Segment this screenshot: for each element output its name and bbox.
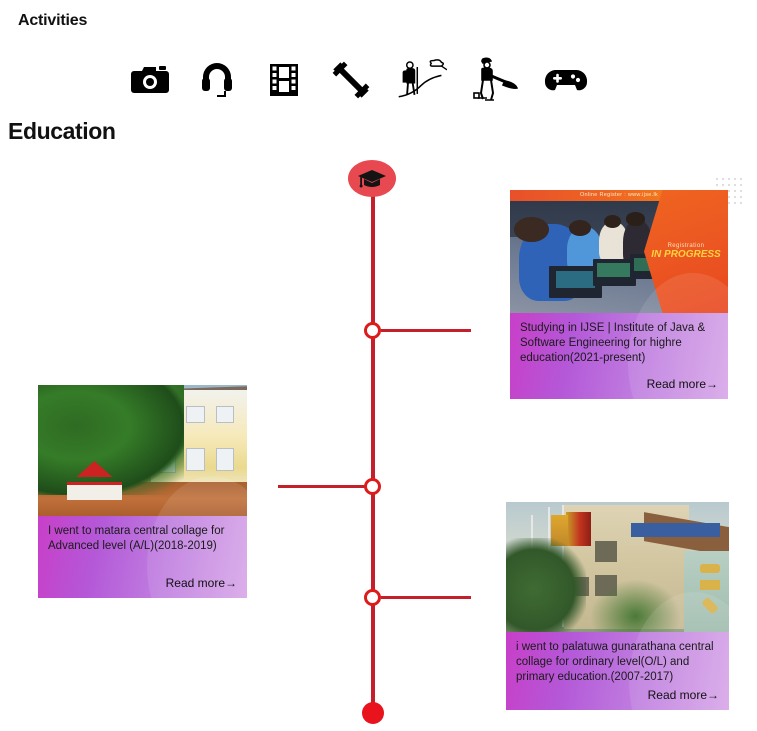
timeline-end-dot	[362, 702, 384, 724]
camera-icon[interactable]	[128, 54, 173, 106]
graduation-cap-icon	[348, 160, 396, 197]
activities-icon-row	[128, 52, 588, 108]
page-title-activities: Activities	[18, 12, 88, 29]
education-card-matara[interactable]: I went to matara central collage for Adv…	[38, 385, 247, 599]
timeline-branch-left-2	[278, 485, 365, 488]
page-title-education: Education	[8, 118, 116, 144]
timeline-node-2[interactable]	[364, 478, 381, 495]
film-icon[interactable]	[262, 54, 307, 106]
card-description: Studying in IJSE | Institute of Java & S…	[520, 322, 706, 365]
education-card-ijse[interactable]: Online Register : www.ijse.lk Registrati…	[510, 190, 728, 399]
headphones-icon[interactable]	[195, 54, 240, 106]
card-body-matara: I went to matara central collage for Adv…	[38, 475, 247, 599]
timeline-branch-right-3	[381, 596, 471, 599]
hiking-icon[interactable]	[395, 54, 448, 106]
timeline-spine	[371, 186, 375, 710]
portfolio-page: Activities Education Online Register: w…	[0, 0, 757, 731]
card-description: i went to palatuwa gunarathana central c…	[516, 641, 714, 684]
dumbbell-icon[interactable]	[328, 54, 373, 106]
card-image-overlay-line2: IN PROGRESS	[651, 249, 721, 260]
card-description: I went to matara central collage for Adv…	[48, 525, 225, 553]
read-more-link-palatuwa[interactable]: Read more→	[516, 688, 719, 702]
cricket-icon[interactable]	[469, 54, 521, 106]
timeline-node-1[interactable]	[364, 322, 381, 339]
gamepad-icon[interactable]	[543, 54, 588, 106]
card-body-palatuwa: i went to palatuwa gunarathana central c…	[506, 592, 729, 710]
card-body-ijse: Studying in IJSE | Institute of Java & S…	[510, 273, 728, 399]
read-more-link-ijse[interactable]: Read more→	[520, 377, 718, 391]
timeline-node-3[interactable]	[364, 589, 381, 606]
timeline-branch-right-1	[381, 329, 471, 332]
read-more-link-matara[interactable]: Read more→	[48, 576, 237, 590]
education-card-palatuwa[interactable]: i went to palatuwa gunarathana central c…	[506, 502, 729, 710]
